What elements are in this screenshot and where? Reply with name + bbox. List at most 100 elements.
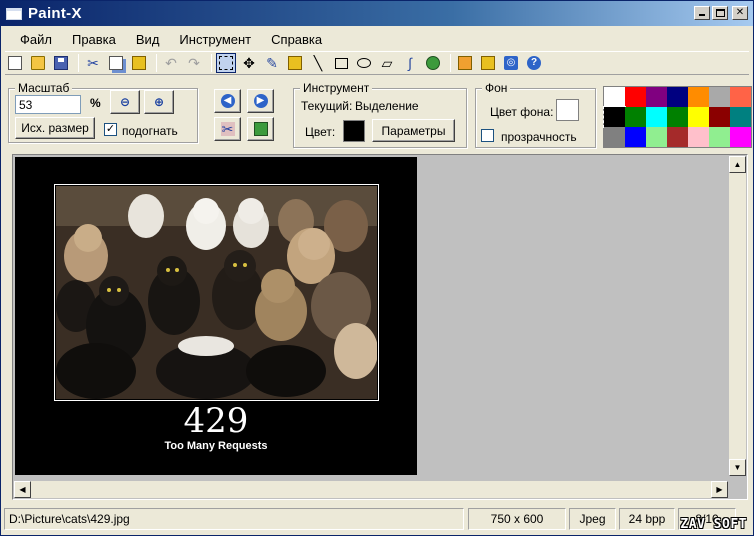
close-button[interactable]: ✕ xyxy=(732,6,748,20)
toolbar-separator xyxy=(156,54,157,72)
stamp-tool-button[interactable] xyxy=(285,53,305,73)
zoom-in-button[interactable]: ⊕ xyxy=(144,90,174,114)
rectangle-tool-button[interactable] xyxy=(331,53,351,73)
palette-swatch[interactable] xyxy=(667,127,688,147)
vertical-scrollbar[interactable]: ▲ ▼ xyxy=(729,156,746,476)
background-group-title: Фон xyxy=(482,81,511,95)
resize-icon xyxy=(253,122,268,136)
palette-swatch[interactable] xyxy=(646,87,667,107)
web-button[interactable]: ◎ xyxy=(501,53,521,73)
palette-swatch[interactable] xyxy=(625,107,646,127)
zoom-out-button[interactable]: ⊖ xyxy=(110,90,140,114)
status-file-path: D:\Picture\cats\429.jpg xyxy=(4,508,464,530)
current-tool-label: Текущий: xyxy=(301,99,353,113)
palette-swatch[interactable] xyxy=(604,87,625,107)
window-title: Paint-X xyxy=(28,5,82,22)
menu-tool[interactable]: Инструмент xyxy=(170,32,260,47)
cats-illustration xyxy=(56,186,377,399)
palette-swatch[interactable] xyxy=(625,87,646,107)
palette-swatch[interactable] xyxy=(730,107,751,127)
menu-bar: Файл Правка Вид Инструмент Справка xyxy=(1,28,753,50)
maximize-button[interactable] xyxy=(712,6,728,20)
new-button[interactable] xyxy=(5,53,25,73)
next-image-button[interactable]: ▶ xyxy=(247,89,274,113)
crop-button[interactable]: ✂ xyxy=(214,117,241,141)
palette-swatch[interactable] xyxy=(730,127,751,147)
image-canvas[interactable]: 429 Too Many Requests xyxy=(15,157,417,475)
palette-swatch[interactable] xyxy=(688,87,709,107)
palette-swatch[interactable] xyxy=(730,87,751,107)
parameters-button[interactable]: Параметры xyxy=(372,119,455,142)
web-icon: ◎ xyxy=(504,56,518,70)
scroll-left-button[interactable]: ◀ xyxy=(14,481,31,498)
palette-swatch[interactable] xyxy=(709,107,730,127)
scroll-right-button[interactable]: ▶ xyxy=(711,481,728,498)
image-button[interactable] xyxy=(478,53,498,73)
line-tool-button[interactable]: ╲ xyxy=(308,53,328,73)
transparency-label: прозрачность xyxy=(501,130,577,144)
stamp-icon xyxy=(288,56,302,70)
help-button[interactable]: ? xyxy=(524,53,544,73)
palette-swatch[interactable] xyxy=(688,127,709,147)
palette-swatch[interactable] xyxy=(646,107,667,127)
bg-color-label: Цвет фона: xyxy=(490,105,554,119)
palette-swatch[interactable] xyxy=(625,127,646,147)
transparency-checkbox[interactable] xyxy=(481,129,494,142)
arrow-right-icon: ▶ xyxy=(716,485,723,494)
error-message: Too Many Requests xyxy=(164,440,268,452)
next-icon: ▶ xyxy=(253,94,268,108)
scroll-up-button[interactable]: ▲ xyxy=(729,156,746,173)
effects-icon xyxy=(458,56,472,70)
menu-edit[interactable]: Правка xyxy=(63,32,125,47)
prev-image-button[interactable]: ◀ xyxy=(214,89,241,113)
photo-frame xyxy=(54,184,379,401)
copy-button[interactable] xyxy=(106,53,126,73)
line-icon: ╲ xyxy=(313,55,323,71)
redo-button[interactable]: ↷ xyxy=(184,53,204,73)
fill-tool-button[interactable] xyxy=(423,53,443,73)
scale-input[interactable]: 53 xyxy=(15,95,81,114)
toolbar: ✂ ↶ ↷ ✥ ✎ ╲ ▱ ∫ ◎ ? xyxy=(5,51,749,75)
zoom-out-icon: ⊖ xyxy=(119,95,131,109)
resize-button[interactable] xyxy=(247,117,274,141)
palette-swatch[interactable] xyxy=(646,127,667,147)
undo-button[interactable]: ↶ xyxy=(161,53,181,73)
tool-color-swatch[interactable] xyxy=(343,120,365,142)
percent-label: % xyxy=(90,96,101,110)
horizontal-scrollbar[interactable]: ◀ ▶ xyxy=(14,481,728,498)
palette-swatch[interactable] xyxy=(604,127,625,147)
palette-swatch[interactable] xyxy=(709,87,730,107)
toolbar-separator xyxy=(450,54,451,72)
menu-view[interactable]: Вид xyxy=(127,32,169,47)
ellipse-tool-button[interactable] xyxy=(354,53,374,73)
palette-swatch[interactable] xyxy=(688,107,709,127)
fit-checkbox[interactable]: ✓ xyxy=(104,123,117,136)
menu-file[interactable]: Файл xyxy=(11,32,61,47)
palette-swatch[interactable] xyxy=(709,127,730,147)
menu-help[interactable]: Справка xyxy=(262,32,331,47)
palette-swatch[interactable] xyxy=(667,107,688,127)
redo-icon: ↷ xyxy=(188,55,200,71)
pencil-icon: ✎ xyxy=(266,55,278,71)
paste-button[interactable] xyxy=(129,53,149,73)
open-button[interactable] xyxy=(28,53,48,73)
save-button[interactable] xyxy=(51,53,71,73)
save-disk-icon xyxy=(54,56,68,70)
pencil-tool-button[interactable]: ✎ xyxy=(262,53,282,73)
selection-tool-button[interactable] xyxy=(216,53,236,73)
cut-button[interactable]: ✂ xyxy=(83,53,103,73)
effects-button[interactable] xyxy=(455,53,475,73)
curve-tool-button[interactable]: ∫ xyxy=(400,53,420,73)
move-tool-button[interactable]: ✥ xyxy=(239,53,259,73)
minimize-button[interactable] xyxy=(694,6,710,20)
cut-icon: ✂ xyxy=(87,55,99,71)
canvas-area: 429 Too Many Requests ▲ ▼ ◀ ▶ xyxy=(12,154,748,500)
bg-color-swatch[interactable] xyxy=(556,99,579,121)
palette-swatch[interactable] xyxy=(667,87,688,107)
scroll-down-button[interactable]: ▼ xyxy=(729,459,746,476)
polygon-tool-button[interactable]: ▱ xyxy=(377,53,397,73)
palette-swatch[interactable] xyxy=(603,106,626,128)
title-bar[interactable]: Paint-X ✕ xyxy=(1,1,753,26)
original-size-button[interactable]: Исх. размер xyxy=(15,117,95,139)
rectangle-icon xyxy=(334,57,348,69)
